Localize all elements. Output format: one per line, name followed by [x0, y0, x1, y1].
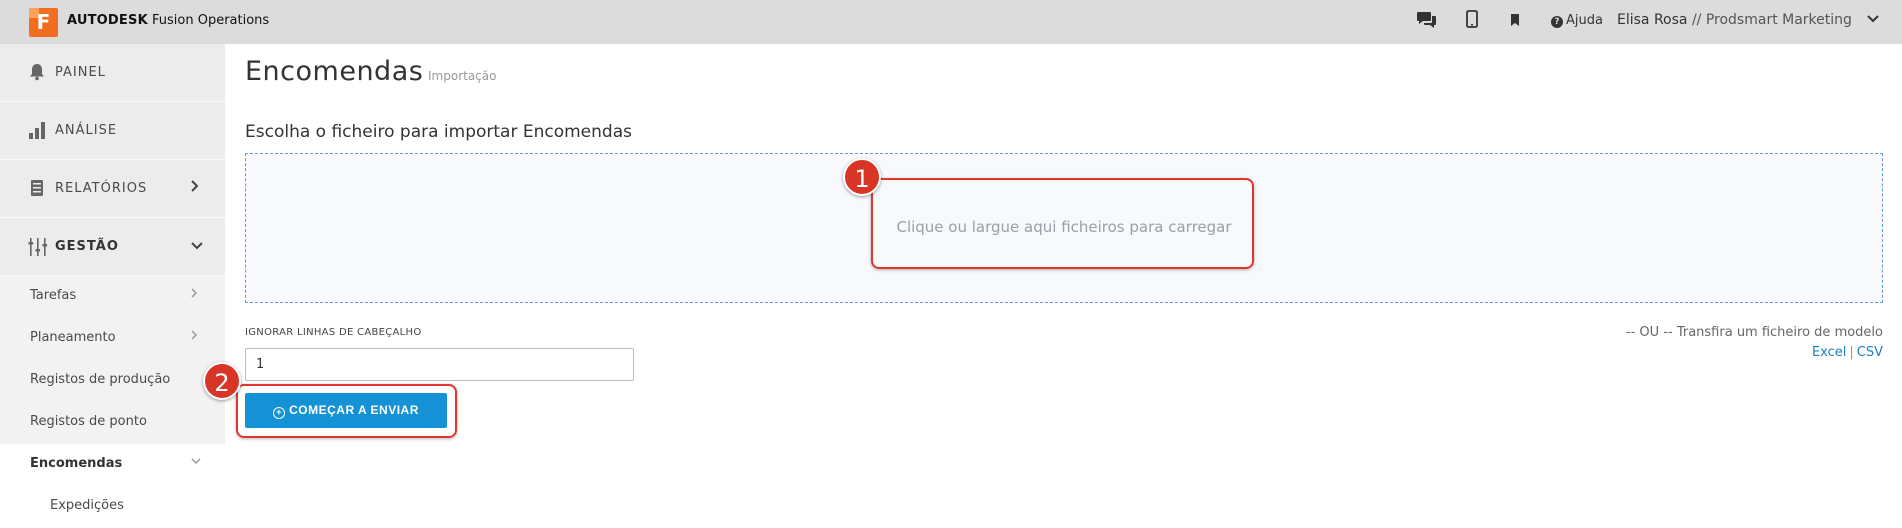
help-link[interactable]: ? Ajuda [1551, 13, 1603, 28]
brand-bold: AUTODESK [67, 13, 148, 28]
bar-chart-icon [28, 121, 48, 141]
sidebar-subitem-registos-ponto[interactable]: Registos de ponto [0, 402, 225, 444]
chat-icon[interactable] [1415, 10, 1439, 34]
template-download-text: -- OU -- Transfira um ficheiro de modelo [1625, 325, 1883, 340]
annotation-badge-2: 2 [203, 362, 241, 400]
user-menu[interactable]: Elisa Rosa // Prodsmart Marketing [1617, 12, 1852, 28]
sidebar-subitem-tarefas[interactable]: Tarefas [0, 276, 225, 318]
chevron-down-icon[interactable] [1867, 13, 1879, 27]
document-icon [28, 179, 48, 199]
user-name: Elisa Rosa [1617, 12, 1688, 28]
start-upload-button[interactable]: + COMEÇAR A ENVIAR [245, 393, 447, 428]
template-excel-link[interactable]: Excel [1812, 345, 1846, 360]
top-bar: F AUTODESK Fusion Operations ? Ajuda Elis… [0, 0, 1902, 44]
sidebar-subitem-expedicoes[interactable]: Expedições [0, 486, 225, 528]
sliders-icon [28, 237, 48, 257]
annotation-box-1 [871, 178, 1254, 269]
chevron-right-icon [190, 287, 198, 303]
sidebar-item-label: GESTÃO [55, 239, 119, 254]
chevron-right-icon [190, 329, 198, 345]
start-upload-label: COMEÇAR A ENVIAR [289, 403, 419, 417]
chevron-down-icon [190, 237, 204, 255]
bell-icon [28, 63, 48, 83]
sidebar-subitem-label: Expedições [50, 498, 124, 513]
ignore-lines-label: IGNORAR LINHAS DE CABEÇALHO [245, 327, 422, 338]
template-csv-link[interactable]: CSV [1857, 345, 1883, 360]
page-title: Encomendas [245, 56, 424, 87]
sidebar-subitem-label: Tarefas [30, 288, 77, 303]
question-icon: ? [1551, 16, 1563, 28]
section-heading: Escolha o ficheiro para importar Encomen… [245, 122, 632, 142]
sidebar-subitem-encomendas[interactable]: Encomendas [0, 444, 225, 486]
sidebar-item-relatorios[interactable]: RELATÓRIOS [0, 160, 225, 218]
annotation-badge-1: 1 [843, 158, 881, 196]
sidebar-item-label: RELATÓRIOS [55, 181, 148, 196]
template-links: Excel | CSV [1812, 345, 1883, 360]
logo-letter: F [36, 10, 51, 34]
user-org: // Prodsmart Marketing [1691, 12, 1852, 28]
sidebar-subitem-label: Registos de ponto [30, 414, 147, 429]
bookmark-icon[interactable] [1503, 10, 1527, 34]
sidebar-subitem-label: Registos de produção [30, 372, 171, 387]
page-subtitle: Importação [428, 69, 497, 83]
template-separator: | [1849, 345, 1854, 360]
sidebar: PAINEL ANÁLISE RELATÓRIOS GESTÃO Tarefas… [0, 44, 225, 528]
mobile-icon[interactable] [1460, 10, 1484, 34]
autodesk-logo[interactable]: F [29, 8, 58, 37]
sidebar-item-label: PAINEL [55, 65, 106, 80]
sidebar-subitem-planeamento[interactable]: Planeamento [0, 318, 225, 360]
sidebar-item-painel[interactable]: PAINEL [0, 44, 225, 102]
brand-product: Fusion Operations [152, 13, 270, 28]
brand-name: AUTODESK Fusion Operations [67, 13, 269, 28]
chevron-down-icon [190, 455, 202, 470]
sidebar-item-gestao[interactable]: GESTÃO [0, 218, 225, 276]
sidebar-item-label: ANÁLISE [55, 123, 118, 138]
sidebar-item-analise[interactable]: ANÁLISE [0, 102, 225, 160]
chevron-right-icon [190, 179, 200, 197]
sidebar-subitem-registos-producao[interactable]: Registos de produção [0, 360, 225, 402]
sidebar-subitem-label: Encomendas [30, 456, 123, 471]
help-label: Ajuda [1566, 13, 1603, 28]
plus-circle-icon: + [273, 407, 286, 419]
sidebar-subitem-label: Planeamento [30, 330, 116, 345]
ignore-lines-input[interactable] [245, 348, 634, 381]
